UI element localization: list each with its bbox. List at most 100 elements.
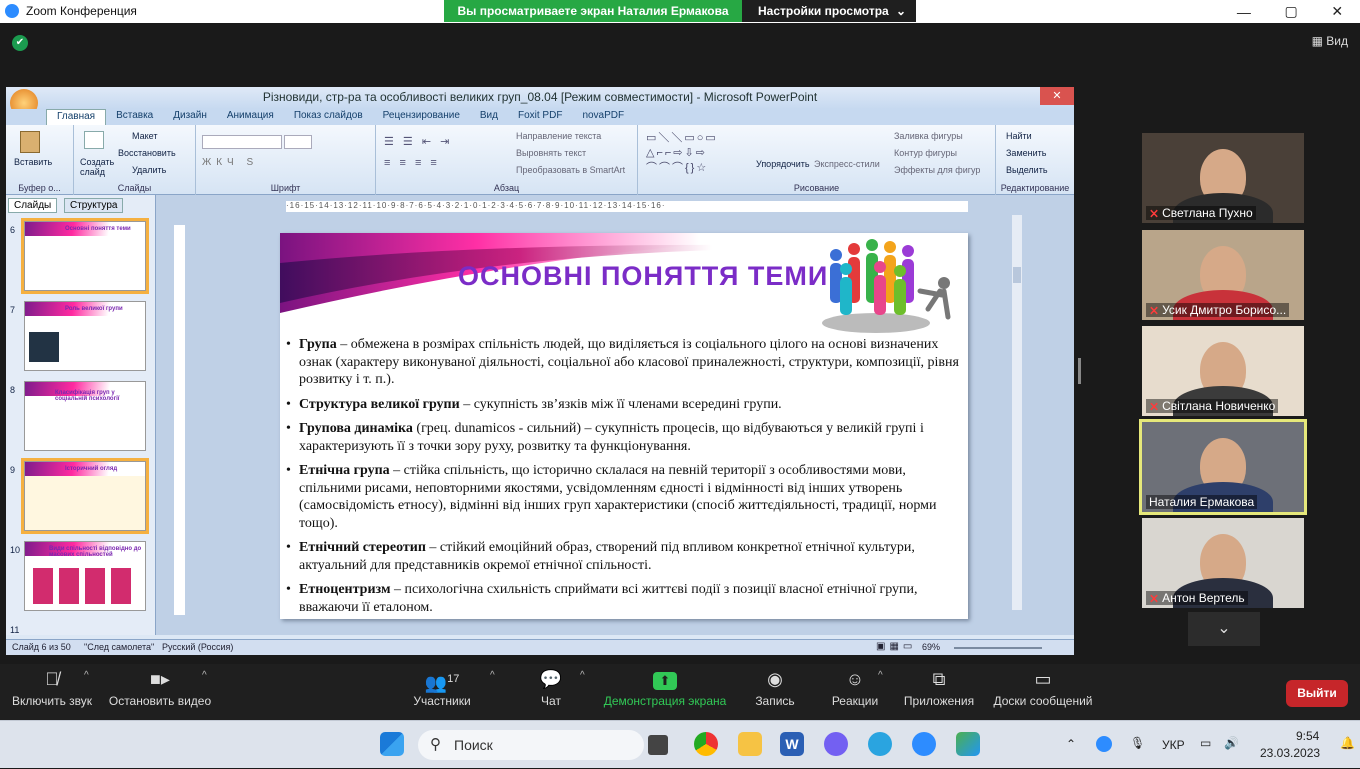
participants-button[interactable]: 👥17 Участники: [408, 664, 476, 720]
viber-icon[interactable]: [824, 732, 848, 756]
clock-time[interactable]: 9:54: [1296, 729, 1319, 743]
font-name-field[interactable]: [202, 135, 282, 149]
tab-view[interactable]: Вид: [470, 109, 508, 125]
zoom-taskbar-icon[interactable]: [912, 732, 936, 756]
paste-button[interactable]: Вставить: [14, 157, 52, 167]
tab-animation[interactable]: Анимация: [217, 109, 284, 125]
maps-app-icon[interactable]: [956, 732, 980, 756]
windows-start-icon[interactable]: [380, 732, 404, 756]
share-screen-button[interactable]: ⬆ Демонстрация экрана: [600, 664, 730, 720]
minimize-icon[interactable]: —: [1237, 4, 1251, 20]
participants-scroll-down-button[interactable]: ⌄: [1188, 612, 1260, 646]
participant-tile[interactable]: ⨯ Антон Вертель: [1142, 518, 1304, 608]
layout-button[interactable]: Макет: [132, 131, 157, 141]
align-text-button[interactable]: Выровнять текст: [516, 148, 586, 158]
scroll-thumb[interactable]: [1013, 267, 1021, 283]
maximize-icon[interactable]: ▢: [1285, 3, 1298, 20]
participants-caret-icon[interactable]: ^: [490, 670, 495, 681]
thumb-title: Роль великої групи: [65, 306, 123, 312]
participant-tile[interactable]: ⨯ Усик Дмитро Борисо...: [1142, 230, 1304, 320]
microphone-icon[interactable]: 🎙: [1130, 736, 1145, 750]
telegram-icon[interactable]: [868, 732, 892, 756]
reactions-caret-icon[interactable]: ^: [878, 670, 883, 681]
chevron-down-icon: ⌄: [895, 4, 906, 18]
participant-tile[interactable]: ⨯ Світлана Новиченко: [1142, 326, 1304, 416]
smartart-button[interactable]: Преобразовать в SmartArt: [516, 165, 625, 175]
shape-effects-button[interactable]: Эффекты для фигур: [894, 165, 980, 175]
current-slide[interactable]: ОСНОВНІ ПОНЯТТЯ ТЕМИ Група – обмежена в …: [280, 233, 968, 619]
zoom-level[interactable]: 69%: [922, 642, 940, 652]
chrome-icon[interactable]: [694, 732, 718, 756]
tab-slideshow[interactable]: Показ слайдов: [284, 109, 373, 125]
participant-tile[interactable]: ⨯ Светлана Пухно: [1142, 133, 1304, 223]
slide-thumb-10[interactable]: Види спільності відповідно до масових сп…: [24, 541, 146, 611]
font-size-field[interactable]: [284, 135, 312, 149]
zoom-tray-icon[interactable]: [1096, 736, 1112, 752]
vertical-scrollbar[interactable]: [1012, 215, 1022, 610]
slides-group: Создать слайд Макет Восстановить Удалить…: [74, 125, 196, 195]
tab-review[interactable]: Рецензирование: [373, 109, 470, 125]
record-button[interactable]: ◉ Запись: [748, 664, 802, 720]
find-button[interactable]: Найти: [1006, 131, 1032, 141]
slide-thumb-8[interactable]: Класифікація груп у соціальній психологі…: [24, 381, 146, 451]
bullet-term: Етнічний стереотип: [299, 540, 426, 555]
stop-video-button[interactable]: ■▸ Остановить видео: [106, 664, 214, 720]
reset-button[interactable]: Восстановить: [118, 148, 176, 158]
view-options-button[interactable]: Настройки просмотра ⌄: [742, 0, 916, 22]
tab-design[interactable]: Дизайн: [163, 109, 217, 125]
slide-thumb-6[interactable]: Основні поняття теми: [21, 218, 149, 294]
file-explorer-icon[interactable]: [738, 732, 762, 756]
select-button[interactable]: Выделить: [1006, 165, 1048, 175]
delete-button[interactable]: Удалить: [132, 165, 166, 175]
apps-button[interactable]: ⧉ Приложения: [900, 664, 978, 720]
video-options-caret-icon[interactable]: ^: [202, 670, 207, 681]
network-icon[interactable]: ▭: [1200, 736, 1211, 750]
task-view-icon[interactable]: [648, 735, 668, 755]
view-mode-icons[interactable]: ▣▦▭: [876, 641, 916, 652]
search-icon: ⚲: [430, 736, 441, 753]
view-button[interactable]: ▦ Вид: [1312, 34, 1348, 48]
chat-button[interactable]: 💬 Чат: [526, 664, 576, 720]
format-buttons[interactable]: ЖКЧ S: [202, 157, 258, 168]
language-status[interactable]: Русский (Россия): [162, 642, 233, 652]
chat-caret-icon[interactable]: ^: [580, 670, 585, 681]
slide-thumb-9[interactable]: Історичний огляд: [21, 458, 149, 534]
chat-icon: 💬: [539, 669, 563, 689]
volume-icon[interactable]: 🔊: [1224, 736, 1239, 750]
align-icons[interactable]: ≡ ≡ ≡ ≡: [384, 157, 440, 169]
security-shield-icon[interactable]: ✔: [12, 35, 28, 51]
clock-date[interactable]: 23.03.2023: [1260, 746, 1320, 760]
participant-tile-active-speaker[interactable]: Наталия Ермакова: [1139, 419, 1307, 515]
splitter-handle[interactable]: [1078, 358, 1081, 384]
tab-insert[interactable]: Вставка: [106, 109, 163, 125]
tab-novapdf[interactable]: novaPDF: [572, 109, 634, 125]
tab-home[interactable]: Главная: [46, 109, 107, 125]
audio-options-caret-icon[interactable]: ^: [84, 670, 89, 681]
tab-outline[interactable]: Структура: [64, 198, 124, 213]
new-slide-button[interactable]: Создать слайд: [80, 157, 116, 177]
list-icons[interactable]: ☰ ☰ ⇤ ⇥: [384, 135, 452, 148]
word-icon[interactable]: W: [780, 732, 804, 756]
shape-fill-button[interactable]: Заливка фигуры: [894, 131, 963, 141]
language-indicator[interactable]: УКР: [1162, 738, 1185, 752]
text-direction-button[interactable]: Направление текста: [516, 131, 601, 141]
shape-outline-button[interactable]: Контур фигуры: [894, 148, 957, 158]
taskbar-search[interactable]: ⚲ Поиск: [418, 730, 644, 760]
notifications-icon[interactable]: 🔔: [1340, 736, 1355, 750]
reactions-button[interactable]: ☺ Реакции: [826, 664, 884, 720]
slide-thumb-7[interactable]: Роль великої групи: [24, 301, 146, 371]
chevron-up-icon[interactable]: ⌃: [1066, 737, 1076, 751]
close-icon[interactable]: ✕: [1331, 3, 1343, 20]
tab-slides[interactable]: Слайды: [8, 198, 58, 213]
zoom-slider[interactable]: [954, 647, 1042, 649]
leave-meeting-button[interactable]: Выйти: [1286, 680, 1348, 707]
bullet-item: Групова динаміка (грец. dunamicos - силь…: [286, 420, 962, 455]
unmute-button[interactable]: 🎙̸ Включить звук: [8, 664, 96, 720]
ppt-close-icon[interactable]: ✕: [1040, 87, 1074, 105]
shapes-gallery[interactable]: ▭＼＼▭○▭ △⌐⌐⇨⇩⇨ ⌒⌒⌒{}☆: [646, 131, 746, 176]
arrange-button[interactable]: Упорядочить: [756, 159, 810, 169]
quick-styles-button[interactable]: Экспресс-стили: [814, 159, 880, 169]
replace-button[interactable]: Заменить: [1006, 148, 1046, 158]
tab-foxit[interactable]: Foxit PDF: [508, 109, 572, 125]
whiteboards-button[interactable]: ▭ Доски сообщений: [990, 664, 1096, 720]
